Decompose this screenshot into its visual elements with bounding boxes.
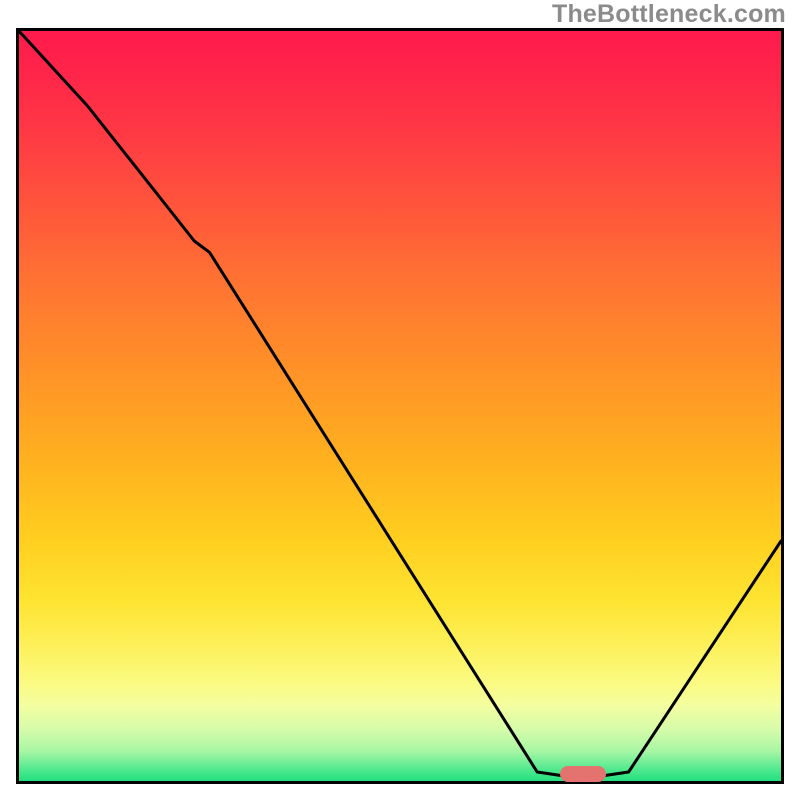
watermark-text: TheBottleneck.com	[552, 0, 786, 29]
chart-frame: TheBottleneck.com	[0, 0, 800, 800]
gradient-fill	[19, 31, 781, 781]
optimal-marker	[560, 766, 606, 782]
plot-area	[16, 28, 784, 784]
